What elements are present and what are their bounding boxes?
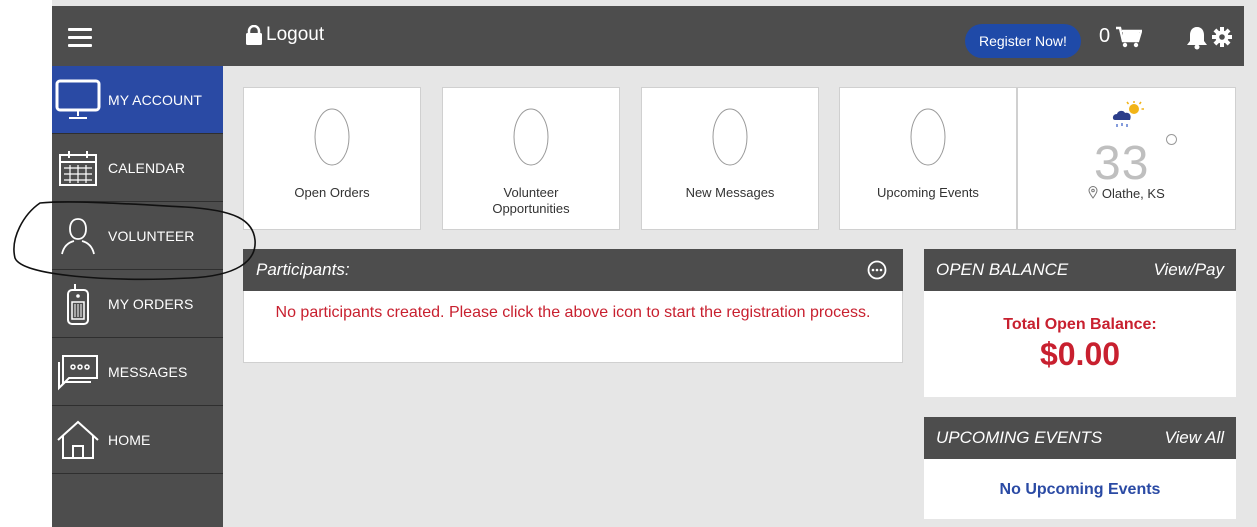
upcoming-events-title: UPCOMING EVENTS xyxy=(936,428,1103,447)
partly-cloudy-snow-icon xyxy=(1112,101,1144,127)
participants-title: Participants: xyxy=(256,260,350,279)
degree-symbol xyxy=(1166,134,1177,145)
monitor-icon xyxy=(55,79,101,119)
weather-card: 33 Olathe, KS xyxy=(1017,87,1236,230)
sidebar-item-my-orders[interactable]: MY ORDERS xyxy=(52,270,223,338)
total-open-balance-amount: $0.00 xyxy=(1039,336,1121,372)
stat-label: Upcoming Events xyxy=(877,185,979,200)
weather-location-label: Olathe, KS xyxy=(1101,186,1165,201)
chat-icon xyxy=(58,354,98,390)
stat-value-graphic xyxy=(314,108,350,166)
logout-label: Logout xyxy=(266,24,325,45)
sidebar-item-label: HOME xyxy=(108,431,151,448)
open-balance-header: OPEN BALANCE View/Pay xyxy=(924,249,1236,291)
lock-icon xyxy=(246,25,262,45)
stat-label: New Messages xyxy=(685,185,775,200)
stat-label: Open Orders xyxy=(294,185,370,200)
view-pay-link[interactable]: View/Pay xyxy=(1153,260,1224,280)
logout-button[interactable]: Logout xyxy=(245,24,324,46)
upcoming-events-header: UPCOMING EVENTS View All xyxy=(924,417,1236,459)
sidebar-item-label: VOLUNTEER xyxy=(108,227,195,244)
cart-count: 0 xyxy=(1099,25,1111,47)
sidebar-item-home[interactable]: HOME xyxy=(52,406,223,474)
gear-icon[interactable] xyxy=(1212,27,1232,47)
weather-temperature: 33 xyxy=(1094,137,1150,190)
add-participant-icon[interactable] xyxy=(867,260,887,280)
open-balance-title: OPEN BALANCE xyxy=(936,260,1069,279)
sidebar: MY ACCOUNT CALENDAR VOLUNTEER MY ORDERS … xyxy=(52,66,223,527)
stat-card-volunteer-opportunities[interactable]: Volunteer Opportunities xyxy=(442,87,620,230)
location-pin-icon xyxy=(1088,186,1098,199)
stat-value-graphic xyxy=(712,108,748,166)
top-bar: Logout Register Now! 0 xyxy=(52,6,1244,66)
phone-icon xyxy=(67,283,89,325)
total-open-balance-label: Total Open Balance: xyxy=(1003,316,1157,333)
participants-empty-message: No participants created. Please click th… xyxy=(243,291,903,363)
bell-icon[interactable] xyxy=(1186,26,1208,50)
sidebar-item-label: MESSAGES xyxy=(108,363,188,380)
app-frame: Logout Register Now! 0 MY ACCOUNT CALEND… xyxy=(52,0,1257,527)
sidebar-item-my-account[interactable]: MY ACCOUNT xyxy=(52,66,223,134)
stat-card-new-messages[interactable]: New Messages xyxy=(641,87,819,230)
stat-card-open-orders[interactable]: Open Orders xyxy=(243,87,421,230)
home-icon xyxy=(57,420,99,459)
stat-value-graphic xyxy=(513,108,549,166)
sidebar-item-label: CALENDAR xyxy=(108,159,186,176)
stat-card-upcoming-events[interactable]: Upcoming Events xyxy=(839,87,1017,230)
sidebar-item-messages[interactable]: MESSAGES xyxy=(52,338,223,406)
sidebar-item-label: MY ORDERS xyxy=(108,295,194,312)
cart-icon xyxy=(1116,26,1143,47)
sidebar-item-label: MY ACCOUNT xyxy=(108,91,203,108)
person-icon xyxy=(61,217,95,254)
calendar-icon xyxy=(59,150,97,186)
cart-button[interactable]: 0 xyxy=(1099,25,1143,48)
open-balance-panel: Total Open Balance: $0.00 xyxy=(924,291,1236,397)
register-now-button[interactable]: Register Now! xyxy=(965,24,1081,58)
view-all-link[interactable]: View All xyxy=(1164,428,1224,448)
participants-header: Participants: xyxy=(243,249,903,291)
sidebar-item-calendar[interactable]: CALENDAR xyxy=(52,134,223,202)
sidebar-item-volunteer[interactable]: VOLUNTEER xyxy=(52,202,223,270)
weather-location: Olathe, KS xyxy=(1018,186,1235,201)
menu-icon[interactable] xyxy=(68,28,92,47)
upcoming-events-empty: No Upcoming Events xyxy=(924,459,1236,519)
stat-value-graphic xyxy=(910,108,946,166)
stat-label: Volunteer Opportunities xyxy=(492,185,570,216)
